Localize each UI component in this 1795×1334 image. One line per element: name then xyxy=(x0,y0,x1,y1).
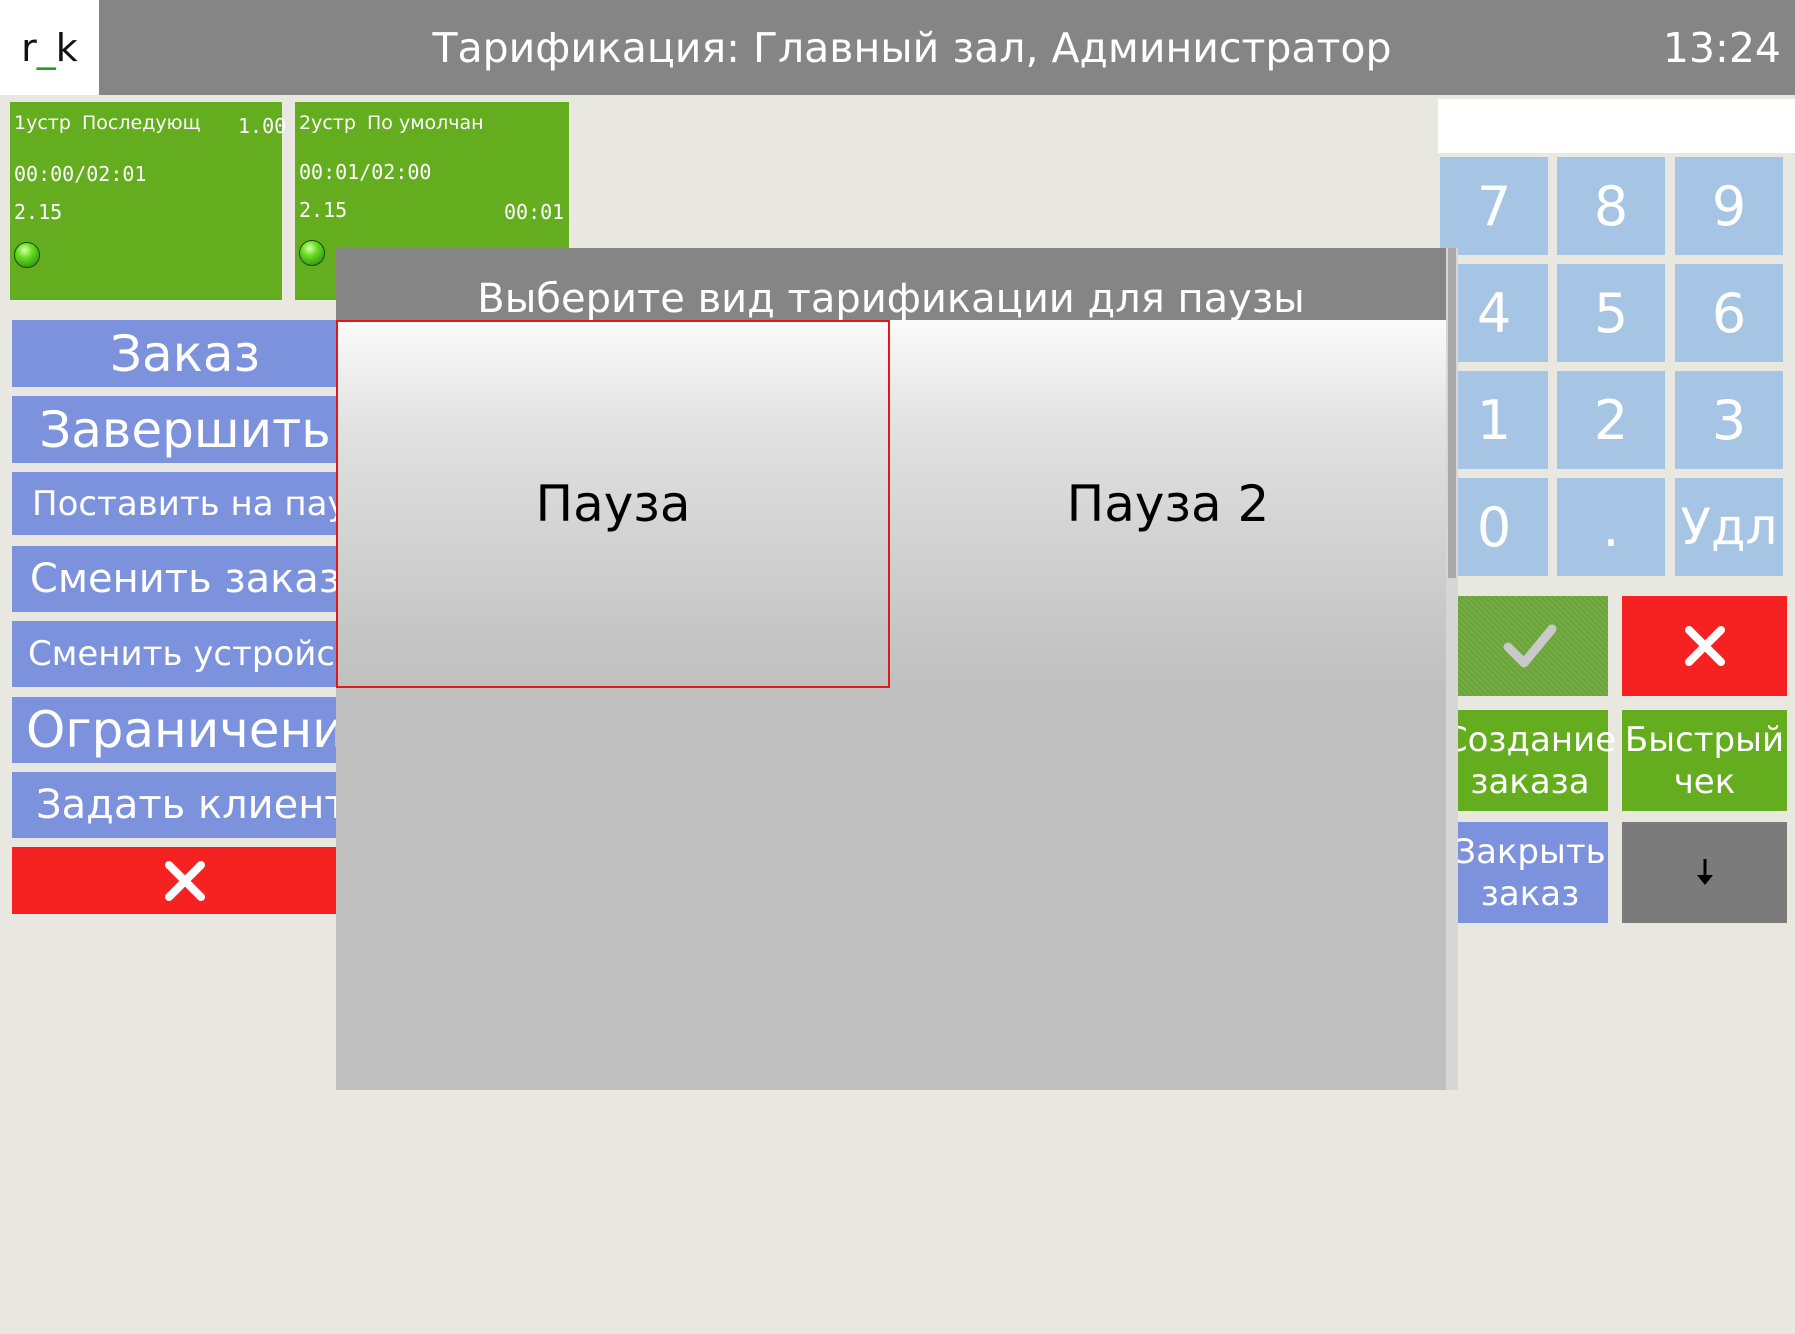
check-icon xyxy=(1503,624,1557,668)
key-label: 1 xyxy=(1476,388,1512,452)
close-icon xyxy=(165,860,205,901)
confirm-button[interactable] xyxy=(1452,596,1608,696)
key-label: 7 xyxy=(1476,174,1512,238)
cancel-button[interactable] xyxy=(1622,596,1787,696)
finish-button[interactable]: Завершить xyxy=(12,396,358,463)
device-time: 00:00/02:01 xyxy=(14,162,147,186)
close-order-label-2: заказ xyxy=(1480,873,1580,914)
device-extra-time: 00:01 xyxy=(504,200,565,224)
key-label: 4 xyxy=(1476,281,1512,345)
option-pause[interactable]: Пауза xyxy=(336,320,890,688)
dialog-title-text: Выберите вид тарификации для паузы xyxy=(477,276,1305,320)
pause-button-label: Поставить на паузу xyxy=(32,483,358,524)
device-tile-1[interactable]: 1устр Последующ 1.00 00:00/02:01 2.15 xyxy=(10,102,286,300)
key-label: Удл xyxy=(1680,498,1778,556)
quick-check-label-2: чек xyxy=(1673,761,1736,802)
key-7[interactable]: 7 xyxy=(1440,157,1548,255)
quick-check-button[interactable]: Быстрый чек xyxy=(1622,710,1787,811)
limits-button-label: Ограничения xyxy=(26,701,358,759)
order-button-label: Заказ xyxy=(109,324,261,383)
title-bar: Тарификация: Главный зал, Администратор … xyxy=(99,0,1795,95)
device-price: 2.15 xyxy=(299,198,348,222)
key-2[interactable]: 2 xyxy=(1557,371,1665,469)
close-icon xyxy=(1684,626,1725,666)
option-pause-2[interactable]: Пауза 2 xyxy=(890,320,1446,688)
device-name: 1устр xyxy=(14,112,71,134)
dialog-title: Выберите вид тарификации для паузы xyxy=(336,248,1446,320)
key-8[interactable]: 8 xyxy=(1557,157,1665,255)
close-order-label-1: Закрыть xyxy=(1454,831,1606,872)
change-device-button[interactable]: Сменить устройство xyxy=(12,621,358,687)
key-dot[interactable]: . xyxy=(1557,478,1665,576)
pause-button[interactable]: Поставить на паузу xyxy=(12,472,358,535)
set-client-button-label: Задать клиента xyxy=(36,782,358,828)
device-tariff: По умолчані xyxy=(367,112,483,134)
finish-button-label: Завершить xyxy=(39,400,331,459)
close-order-button[interactable]: Закрыть заказ xyxy=(1452,822,1608,923)
clock: 13:24 xyxy=(1662,23,1781,72)
status-led-icon xyxy=(299,240,325,266)
device-name: 2устр xyxy=(299,112,356,134)
order-button[interactable]: Заказ xyxy=(12,320,358,387)
key-9[interactable]: 9 xyxy=(1675,157,1783,255)
key-label: 9 xyxy=(1711,174,1747,238)
change-order-button[interactable]: Сменить заказ xyxy=(12,546,358,612)
app-logo: r_k xyxy=(0,0,99,95)
key-label: 5 xyxy=(1593,281,1629,345)
key-5[interactable]: 5 xyxy=(1557,264,1665,362)
key-6[interactable]: 6 xyxy=(1675,264,1783,362)
key-label: 6 xyxy=(1711,281,1747,345)
pause-tariff-dialog: Выберите вид тарификации для паузы Пауза… xyxy=(336,248,1458,1090)
device-time: 00:01/02:00 xyxy=(299,160,432,184)
limits-button[interactable]: Ограничения xyxy=(12,697,358,763)
key-label: 8 xyxy=(1593,174,1629,238)
key-delete[interactable]: Удл xyxy=(1675,478,1783,576)
create-order-label-1: Создание xyxy=(1443,719,1617,760)
create-order-label-2: заказа xyxy=(1470,761,1590,802)
set-client-button[interactable]: Задать клиента xyxy=(12,772,358,838)
device-rate: 1.00 xyxy=(238,114,287,138)
key-3[interactable]: 3 xyxy=(1675,371,1783,469)
device-tariff: Последующ xyxy=(82,112,201,134)
page-title: Тарификация: Главный зал, Администратор xyxy=(432,23,1392,72)
logo-text: r_k xyxy=(21,25,78,70)
key-label: 0 xyxy=(1476,495,1512,559)
close-panel-button[interactable] xyxy=(12,847,358,914)
option-pause-2-label: Пауза 2 xyxy=(1066,475,1270,533)
option-pause-label: Пауза xyxy=(535,475,691,533)
scrollbar-thumb[interactable] xyxy=(1448,248,1456,578)
key-label: 3 xyxy=(1711,388,1747,452)
key-label: . xyxy=(1602,495,1620,559)
status-led-icon xyxy=(14,242,40,268)
scroll-down-button[interactable] xyxy=(1622,822,1787,923)
quick-check-label-1: Быстрый xyxy=(1624,719,1785,760)
arrow-down-icon xyxy=(1696,858,1713,885)
device-price: 2.15 xyxy=(14,200,63,224)
input-display[interactable] xyxy=(1438,99,1795,153)
change-device-button-label: Сменить устройство xyxy=(28,634,358,674)
key-label: 2 xyxy=(1593,388,1629,452)
create-order-button[interactable]: Создание заказа xyxy=(1444,710,1616,811)
dialog-scrollbar[interactable] xyxy=(1446,248,1458,1090)
change-order-button-label: Сменить заказ xyxy=(29,556,341,602)
